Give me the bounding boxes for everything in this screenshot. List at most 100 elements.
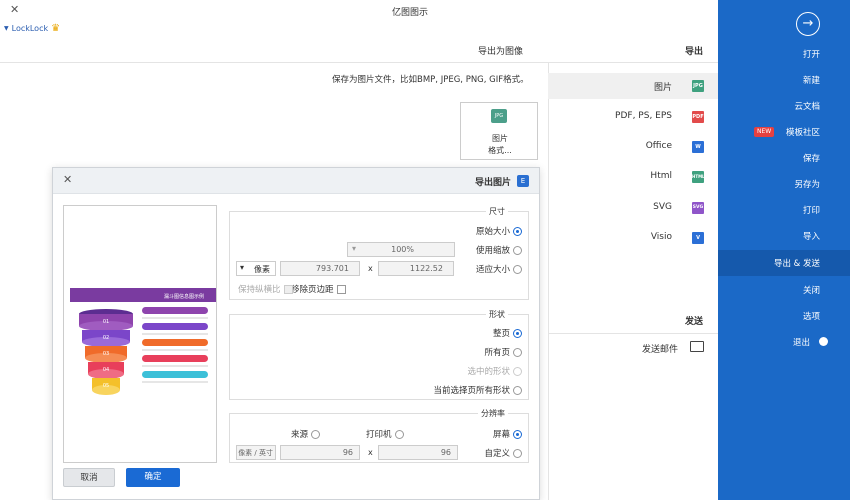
radio-all-pages[interactable]: 所有页 bbox=[484, 346, 522, 358]
sidebar-item-label: 云文档 bbox=[794, 102, 820, 112]
radio-screen[interactable]: 屏幕 bbox=[493, 428, 522, 440]
sidebar-item-print[interactable]: 打印 bbox=[718, 197, 850, 223]
format-item-image[interactable]: JPG 图片 bbox=[548, 73, 718, 99]
close-icon[interactable]: ✕ bbox=[10, 3, 19, 16]
close-icon[interactable]: ✕ bbox=[63, 173, 72, 186]
radio-label: 选中的形状 bbox=[467, 367, 510, 377]
shape-group: 形状 整页 所有页 选中的形状 当前选择页所有形状 bbox=[229, 309, 529, 400]
resolution-group: 分辨率 屏幕 打印机 来源 自定义 96 x 96 像素 / 英寸 bbox=[229, 408, 529, 463]
dpi-y-value: 96 bbox=[342, 448, 353, 457]
radio-custom[interactable]: 自定义 bbox=[484, 447, 522, 459]
checkbox[interactable] bbox=[336, 284, 346, 294]
back-arrow-icon[interactable]: → bbox=[796, 12, 820, 36]
radio-button[interactable] bbox=[513, 264, 522, 274]
shape-group-title: 形状 bbox=[486, 309, 508, 320]
radio-selected-shape[interactable]: 选中的形状 bbox=[467, 365, 522, 377]
sidebar-item-label: 新建 bbox=[802, 76, 820, 86]
word-icon: W bbox=[692, 141, 704, 153]
chevron-down-icon: ▼ bbox=[4, 25, 9, 32]
format-label: Html bbox=[650, 171, 672, 181]
format-label: PDF, PS, EPS bbox=[615, 111, 672, 121]
user-account[interactable]: ▼ LockLock ♛ bbox=[4, 23, 60, 34]
dialog-title: 导出图片 bbox=[474, 178, 511, 188]
checkbox-remove-margin[interactable]: 移除页边距 bbox=[291, 283, 346, 295]
export-image-header: 导出为图像 bbox=[478, 47, 524, 57]
divider bbox=[548, 333, 718, 334]
format-item-visio[interactable]: V Visio bbox=[548, 225, 718, 251]
radio-button[interactable] bbox=[513, 328, 522, 338]
format-item-svg[interactable]: SVG SVG bbox=[548, 195, 718, 221]
dpi-unit-select[interactable]: 像素 / 英寸 bbox=[236, 445, 276, 460]
radio-label: 屏幕 bbox=[492, 430, 510, 440]
title-bar: 亿图图示 ✕ bbox=[0, 0, 718, 22]
sidebar-item-label: 打印 bbox=[802, 206, 820, 216]
radio-label: 来源 bbox=[291, 430, 309, 440]
send-email-label: 发送邮件 bbox=[641, 345, 678, 355]
ok-button[interactable]: 确定 bbox=[126, 468, 180, 487]
checkbox-keep-ratio[interactable]: 保持纵横比 bbox=[238, 283, 293, 295]
zoom-select[interactable]: ▾ 100% bbox=[347, 242, 455, 257]
radio-button[interactable] bbox=[513, 448, 522, 458]
dpi-unit-value: 像素 / 英寸 bbox=[238, 449, 273, 457]
exit-icon bbox=[819, 337, 828, 346]
sidebar-item-export-send[interactable]: 导出 & 发送 bbox=[718, 250, 850, 276]
sidebar-item-label: 退出 bbox=[792, 338, 810, 348]
card-label: 图片 bbox=[492, 134, 508, 143]
sidebar-item-label: 导出 & 发送 bbox=[773, 259, 820, 269]
radio-button[interactable] bbox=[513, 429, 522, 439]
card-sub-label: 格式... bbox=[488, 146, 512, 155]
sidebar-item-save-as[interactable]: 另存为 bbox=[718, 171, 850, 197]
radio-button[interactable] bbox=[513, 347, 522, 357]
radio-button[interactable] bbox=[513, 245, 522, 255]
sidebar-item-label: 选项 bbox=[802, 312, 820, 322]
html-icon: HTML bbox=[692, 171, 705, 183]
radio-label: 原始大小 bbox=[475, 227, 510, 237]
dpi-y-input[interactable]: 96 bbox=[280, 445, 360, 460]
sidebar-item-template-community[interactable]: NEW 模板社区 bbox=[718, 119, 850, 145]
radio-button[interactable] bbox=[513, 385, 522, 395]
radio-button[interactable] bbox=[513, 366, 522, 376]
radio-button[interactable] bbox=[513, 226, 522, 236]
radio-button[interactable] bbox=[394, 429, 404, 439]
sidebar-item-close[interactable]: 关闭 bbox=[718, 277, 850, 303]
size-group: 尺寸 原始大小 使用缩放 ▾ 100% 适应大小 1122.52 x 793.7… bbox=[229, 206, 529, 300]
sidebar-item-save[interactable]: 保存 bbox=[718, 145, 850, 171]
radio-fit-size[interactable]: 适应大小 bbox=[476, 263, 522, 275]
radio-current-page[interactable]: 整页 bbox=[493, 327, 522, 339]
send-email-item[interactable]: 发送邮件 bbox=[548, 338, 718, 360]
radio-printer[interactable]: 打印机 bbox=[366, 428, 404, 440]
checkbox[interactable] bbox=[283, 284, 293, 294]
sidebar-item-label: 导入 bbox=[802, 232, 820, 242]
format-label: Office bbox=[645, 141, 672, 151]
radio-use-zoom[interactable]: 使用缩放 bbox=[476, 244, 522, 256]
zoom-value: 100% bbox=[391, 245, 414, 254]
sidebar-item-import[interactable]: 导入 bbox=[718, 223, 850, 249]
radio-button[interactable] bbox=[311, 429, 321, 439]
sidebar-item-open[interactable]: 打开 bbox=[718, 41, 850, 67]
radio-current-page-shapes[interactable]: 当前选择页所有形状 bbox=[433, 384, 522, 396]
sidebar-item-options[interactable]: 选项 bbox=[718, 303, 850, 329]
sidebar-item-new[interactable]: 新建 bbox=[718, 67, 850, 93]
height-input[interactable]: 793.701 bbox=[280, 261, 360, 276]
sidebar-item-exit[interactable]: 退出 bbox=[718, 329, 850, 355]
dpi-x-input[interactable]: 96 bbox=[378, 445, 458, 460]
radio-original-size[interactable]: 原始大小 bbox=[476, 225, 522, 237]
sidebar-item-label: 打开 bbox=[802, 50, 820, 60]
format-item-pdf[interactable]: PDF PDF, PS, EPS bbox=[548, 104, 718, 130]
sidebar-item-cloud[interactable]: 云文档 bbox=[718, 93, 850, 119]
format-item-office[interactable]: W Office bbox=[548, 134, 718, 160]
funnel-level-label: 02 bbox=[103, 335, 109, 341]
format-label: Visio bbox=[650, 232, 672, 242]
unit-select[interactable]: ▾ 像素 bbox=[236, 261, 276, 276]
sidebar: → 打开 新建 云文档 NEW 模板社区 保存 另存为 打印 导入 导出 & 发… bbox=[718, 0, 850, 500]
radio-label: 所有页 bbox=[484, 348, 510, 358]
jpg-icon: JPG bbox=[491, 109, 507, 123]
visio-icon: V bbox=[692, 232, 704, 244]
funnel-level-label: 04 bbox=[103, 367, 109, 373]
width-input[interactable]: 1122.52 bbox=[378, 261, 454, 276]
cancel-button[interactable]: 取消 bbox=[63, 468, 115, 487]
format-item-html[interactable]: HTML Html bbox=[548, 164, 718, 190]
radio-source[interactable]: 来源 bbox=[291, 428, 321, 440]
image-format-card[interactable]: JPG 图片 格式... bbox=[460, 102, 538, 160]
sidebar-item-label: 保存 bbox=[802, 154, 820, 164]
